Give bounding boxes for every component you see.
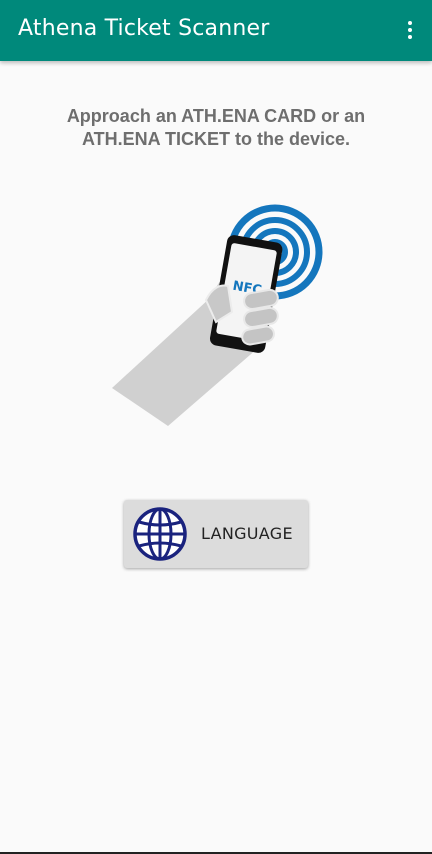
instruction-text: Approach an ATH.ENA CARD or an ATH.ENA T… [30,105,402,151]
language-button[interactable]: LANGUAGE [124,500,308,568]
language-label: LANGUAGE [201,524,293,543]
instruction-line-1: Approach an ATH.ENA CARD or an [66,106,366,126]
instruction-line-2: ATH.ENA TICKET to the device. [81,129,351,149]
more-vert-icon[interactable] [398,12,422,48]
app-bar: Athena Ticket Scanner [0,0,432,61]
globe-icon [133,507,187,561]
nfc-phone-hand-icon: NFC [112,204,323,426]
app-title: Athena Ticket Scanner [18,16,270,41]
